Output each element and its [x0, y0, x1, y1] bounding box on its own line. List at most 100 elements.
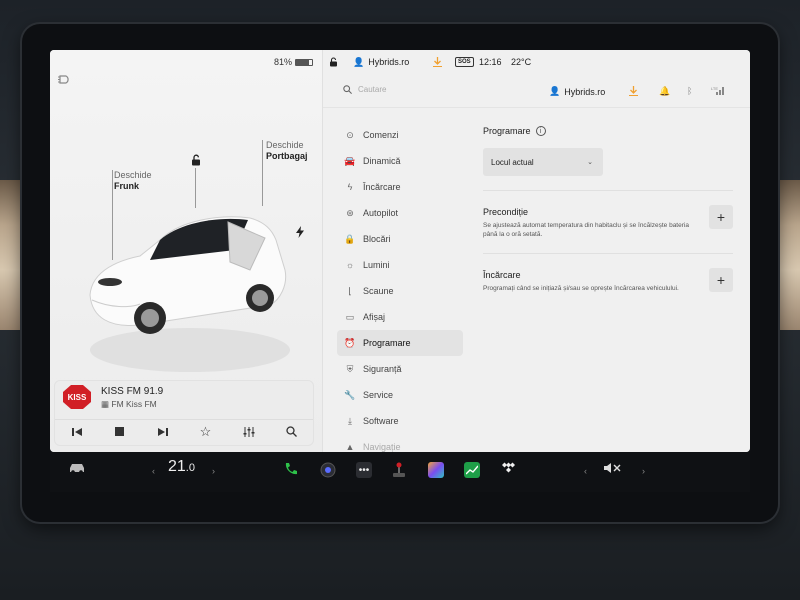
- menu-item-bolt[interactable]: ϟ Încărcare: [337, 174, 463, 200]
- volume-up-chevron-icon[interactable]: ›: [642, 466, 645, 476]
- arcade-icon[interactable]: [428, 462, 444, 478]
- touchscreen: 81% Deschide Frunk Deschide Portbagaj KI…: [50, 50, 750, 452]
- car-icon: 🚘: [344, 155, 356, 166]
- menu-item-label: Siguranță: [363, 364, 402, 374]
- menu-item-label: Afișaj: [363, 312, 386, 322]
- menu-item-steering-wheel[interactable]: ⊛ Autopilot: [337, 200, 463, 226]
- station-subtitle: ▦ FM Kiss FM: [101, 399, 157, 409]
- bolt-icon: ϟ: [347, 182, 353, 192]
- menu-item-seat[interactable]: ⌊ Scaune: [337, 278, 463, 304]
- menu-item-label: Navigație: [363, 442, 401, 452]
- cellular-signal-icon: LTE: [711, 86, 725, 97]
- svg-text:LTE: LTE: [711, 86, 718, 91]
- download-icon[interactable]: [629, 86, 638, 98]
- section-heading: Programare i: [483, 126, 733, 136]
- menu-item-label: Blocări: [363, 234, 391, 244]
- menu-item-display[interactable]: ▭ Afișaj: [337, 304, 463, 330]
- temp-down-chevron-icon[interactable]: ‹: [152, 466, 155, 476]
- menu-item-toggle[interactable]: ⊙ Comenzi: [337, 122, 463, 148]
- phone-icon[interactable]: [284, 462, 298, 476]
- battery-indicator: 81%: [274, 57, 314, 67]
- climate-temperature[interactable]: 21.0: [168, 458, 195, 476]
- equalizer-icon[interactable]: [242, 425, 256, 439]
- headlights-icon[interactable]: [58, 74, 74, 85]
- menu-item-label: Comenzi: [363, 130, 399, 140]
- profile-name: Hybrids.ro: [368, 57, 410, 67]
- kiss-fm-logo: KISS: [63, 385, 91, 409]
- tidal-icon[interactable]: [500, 462, 516, 474]
- stop-icon[interactable]: [113, 425, 127, 439]
- temperature-whole: 21: [168, 458, 186, 475]
- volume-mute-icon[interactable]: [604, 462, 622, 474]
- sos-badge[interactable]: SOS: [455, 57, 474, 67]
- add-preconditioning-button[interactable]: +: [709, 205, 733, 229]
- settings-search[interactable]: Cautare: [343, 85, 386, 94]
- user-name: Hybrids.ro: [564, 86, 606, 97]
- joystick-toybox-icon[interactable]: [392, 462, 406, 478]
- camera-icon[interactable]: [320, 462, 336, 478]
- wrench-icon: 🔧: [344, 389, 356, 400]
- unlock-icon[interactable]: [190, 154, 202, 166]
- user-profile-button[interactable]: 👤 Hybrids.ro: [549, 86, 605, 97]
- trunk-button[interactable]: Deschide Portbagaj: [266, 140, 308, 162]
- frunk-label: Frunk: [114, 181, 140, 191]
- section-title: Programare: [483, 126, 531, 136]
- frunk-button[interactable]: Deschide Frunk: [114, 170, 152, 192]
- menu-item-label: Dinamică: [363, 156, 401, 166]
- chevron-down-icon: ⌄: [587, 159, 593, 166]
- charging-title: Încărcare: [483, 270, 521, 280]
- outside-temperature: 22°C: [511, 57, 532, 67]
- temp-up-chevron-icon[interactable]: ›: [212, 466, 215, 476]
- settings-panel: 👤 Hybrids.ro SOS 12:16 22°C Cautare 👤 Hy…: [322, 50, 750, 452]
- menu-item-car[interactable]: 🚘 Dinamică: [337, 148, 463, 174]
- charging-description: Programați când se inițiază și/sau se op…: [483, 285, 679, 292]
- menu-item-sun[interactable]: ☼ Lumini: [337, 252, 463, 278]
- status-bar: 👤 Hybrids.ro SOS 12:16 22°C: [323, 50, 750, 74]
- next-icon[interactable]: [156, 425, 170, 439]
- search-icon[interactable]: [285, 425, 299, 439]
- sun-icon: ☼: [345, 260, 355, 270]
- menu-item-navigation[interactable]: ▲ Navigație: [337, 434, 463, 452]
- station-name: KISS FM 91.9: [101, 386, 164, 397]
- menu-item-wrench[interactable]: 🔧 Service: [337, 382, 463, 408]
- search-placeholder: Cautare: [358, 85, 387, 94]
- stocks-chart-icon[interactable]: [464, 462, 480, 478]
- previous-icon[interactable]: [70, 425, 84, 439]
- bell-icon[interactable]: 🔔: [659, 86, 670, 97]
- battery-percent: 81%: [274, 57, 293, 67]
- lock-status-icon[interactable]: [329, 57, 338, 67]
- menu-item-label: Software: [363, 416, 399, 426]
- download-icon[interactable]: [433, 57, 442, 67]
- preconditioning-title: Precondiție: [483, 207, 529, 217]
- car-icon[interactable]: [68, 462, 86, 474]
- bluetooth-icon[interactable]: ᛒ: [687, 86, 692, 96]
- clock-time: 12:16: [479, 57, 502, 67]
- radio-icon: ▦: [101, 399, 112, 409]
- info-icon[interactable]: i: [535, 126, 546, 136]
- menu-item-shield[interactable]: ⛨ Siguranță: [337, 356, 463, 382]
- add-charging-schedule-button[interactable]: +: [709, 268, 733, 292]
- car-model-image: [89, 216, 290, 372]
- menu-item-label: Service: [363, 390, 394, 400]
- menu-item-alarm-clock[interactable]: ⏰ Programare: [337, 330, 463, 356]
- car-panel: 81% Deschide Frunk Deschide Portbagaj KI…: [50, 50, 322, 452]
- menu-item-lock[interactable]: 🔒 Blocări: [337, 226, 463, 252]
- profile-status[interactable]: 👤 Hybrids.ro: [353, 57, 409, 68]
- favorite-star-icon[interactable]: ☆: [199, 424, 213, 439]
- menu-item-download[interactable]: ⤓ Software: [337, 408, 463, 434]
- toggle-icon: ⊙: [346, 129, 354, 140]
- download-icon: ⤓: [348, 415, 352, 426]
- user-icon: 👤: [549, 86, 561, 96]
- menu-item-label: Scaune: [363, 286, 394, 296]
- more-apps-icon[interactable]: •••: [356, 462, 372, 478]
- charging-row: Încărcare Programați când se inițiază și…: [483, 254, 733, 307]
- media-player[interactable]: KISS KISS FM 91.9 ▦ FM Kiss FM ☆: [54, 380, 314, 446]
- lock-icon: 🔒: [344, 233, 356, 244]
- preconditioning-description: Se ajustează automat temperatura din hab…: [483, 222, 689, 238]
- trunk-leader-line: [262, 140, 263, 206]
- location-dropdown[interactable]: Locul actual ⌄: [483, 148, 603, 176]
- seat-icon: ⌊: [348, 285, 352, 296]
- volume-down-chevron-icon[interactable]: ‹: [584, 466, 587, 476]
- bottom-dock: ‹ 21.0 › ••• ‹ ›: [50, 452, 750, 492]
- navigation-icon: ▲: [345, 442, 355, 452]
